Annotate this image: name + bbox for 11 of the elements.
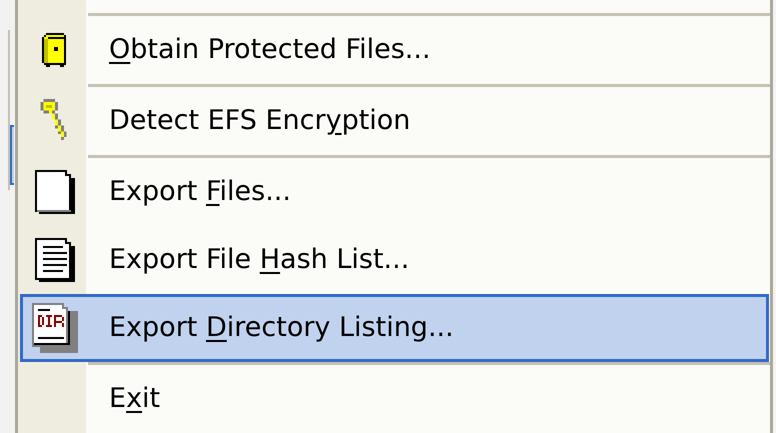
menu-item[interactable]: Export Files... — [20, 158, 769, 226]
document-icon — [35, 238, 75, 282]
menu-item[interactable]: Export File Hash List... — [20, 226, 769, 294]
menu-item[interactable]: Export Directory Listing... — [20, 294, 769, 362]
menu-item[interactable]: Detect EFS Encryption — [20, 86, 769, 155]
safe-icon — [42, 32, 68, 67]
dir-document-icon — [32, 302, 78, 353]
menu-item[interactable]: Exit — [20, 364, 769, 433]
menu-item[interactable]: Obtain Protected Files... — [20, 16, 769, 84]
page-icon — [35, 170, 75, 214]
list-selection — [10, 125, 14, 185]
